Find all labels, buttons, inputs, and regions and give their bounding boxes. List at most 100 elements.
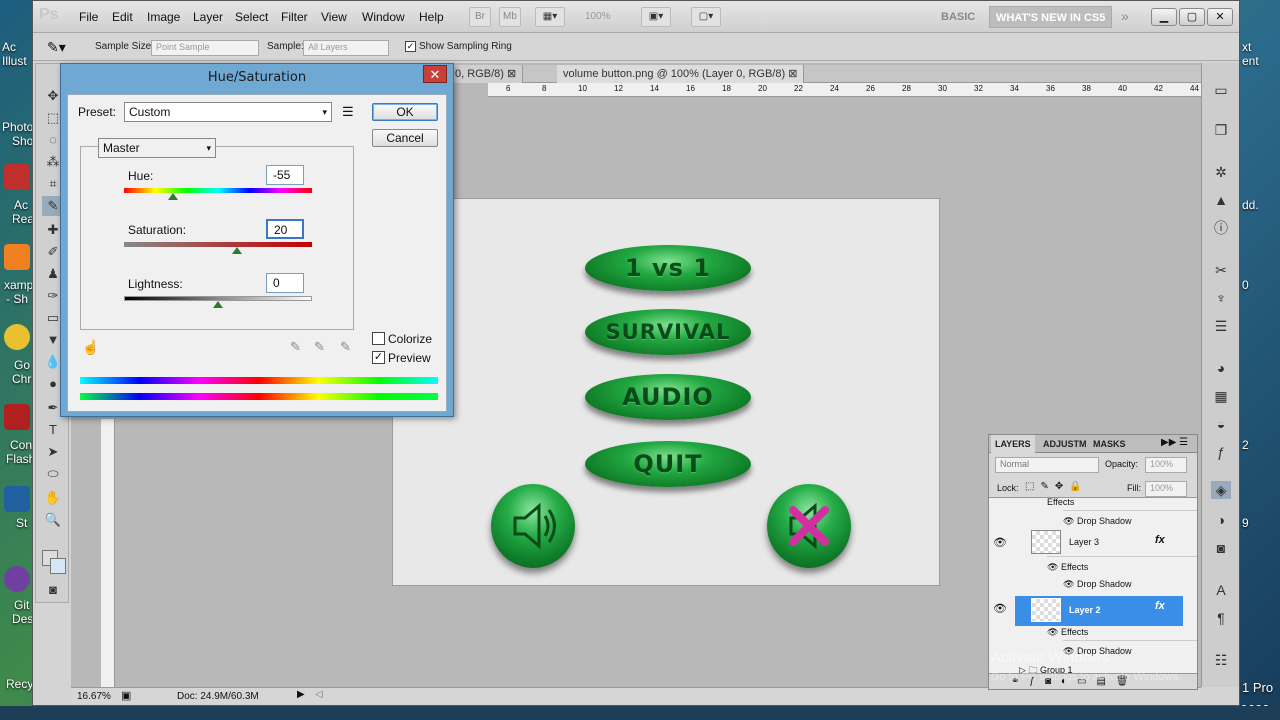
channels-panel-icon[interactable]: ◑ <box>1211 511 1231 529</box>
close-icon[interactable]: ✕ <box>1207 8 1233 26</box>
fill-input[interactable]: 100% <box>1145 481 1187 497</box>
styles-panel-icon[interactable]: ◒ <box>1211 415 1231 433</box>
eyedropper-icon[interactable]: ✎ <box>290 339 301 355</box>
adjustments-panel-icon[interactable]: ƒ <box>1211 443 1231 461</box>
hue-input[interactable]: -55 <box>266 165 304 185</box>
tool-presets-icon[interactable]: ✂ <box>1211 261 1231 279</box>
targeted-adjust-hand-icon[interactable]: ☝ <box>82 339 99 356</box>
fx-icon[interactable]: fx <box>1155 534 1165 546</box>
character-panel-icon[interactable]: A <box>1211 581 1231 599</box>
opacity-input[interactable]: 100% <box>1145 457 1187 473</box>
paragraph-panel-icon[interactable]: ¶ <box>1211 609 1231 627</box>
desktop-label-sh[interactable]: - Sh <box>6 292 28 306</box>
lock-icons[interactable]: ⬚✎✥🔒 <box>1025 481 1088 492</box>
hue-slider-track[interactable] <box>124 188 312 193</box>
tab-close-icon[interactable]: ⊠ <box>507 68 516 80</box>
path-select-icon[interactable]: ➤ <box>42 442 64 462</box>
workspace-whats-new[interactable]: WHAT'S NEW IN CS5 <box>989 6 1113 28</box>
brush-panel-icon[interactable]: ♆ <box>1211 289 1231 307</box>
effect-eye-icon[interactable]: 👁 <box>1047 627 1058 637</box>
sample-size-select[interactable]: Point Sample <box>151 40 259 56</box>
lightness-slider-thumb[interactable] <box>213 301 223 308</box>
drop-shadow-row[interactable]: 👁 Drop Shadow <box>1063 510 1197 530</box>
type-tool-icon[interactable]: T <box>42 420 64 440</box>
hand-tool-icon[interactable]: ✋ <box>42 488 64 508</box>
preset-select[interactable]: Custom ▾ <box>124 102 332 122</box>
github-icon[interactable] <box>4 566 30 592</box>
chrome-icon[interactable] <box>4 324 30 350</box>
actions-panel-icon[interactable]: ☷ <box>1211 651 1231 669</box>
visibility-eye-icon[interactable]: 👁 <box>993 602 1007 616</box>
sample-select[interactable]: All Layers <box>303 40 389 56</box>
navigator-panel-icon[interactable]: ✲ <box>1211 163 1231 181</box>
history-panel-icon[interactable]: ❐ <box>1211 121 1231 139</box>
preset-options-icon[interactable]: ☰ <box>342 104 354 120</box>
dialog-close-icon[interactable]: ✕ <box>423 65 447 83</box>
layer3-drop-shadow-row[interactable]: 👁 Drop Shadow <box>1063 574 1197 594</box>
eyedropper-plus-icon[interactable]: ✎ <box>314 339 325 355</box>
clone-source-icon[interactable]: ☰ <box>1211 317 1231 335</box>
paths-panel-icon[interactable]: ◙ <box>1211 539 1231 557</box>
status-icon[interactable]: ▣ <box>121 689 131 702</box>
panel-menu-icon[interactable]: ☰ <box>1179 437 1188 448</box>
panel-expand-icon[interactable]: ▶▶ <box>1161 437 1176 448</box>
saturation-slider-track[interactable] <box>124 242 312 247</box>
quick-mask-icon[interactable]: ◙ <box>42 580 64 600</box>
desktop-label-photo[interactable]: Photo <box>2 120 33 134</box>
menu-file[interactable]: File <box>79 10 98 24</box>
desktop-label-rea[interactable]: Rea <box>12 212 34 226</box>
tab-masks[interactable]: MASKS <box>1089 435 1130 453</box>
canvas[interactable]: 1 vs 1 SURVIVAL AUDIO QUIT <box>392 198 940 586</box>
histogram-panel-icon[interactable]: ▲ <box>1211 191 1231 209</box>
desktop-label-ac2[interactable]: Ac <box>14 198 28 212</box>
menu-help[interactable]: Help <box>419 10 444 24</box>
eyedropper-minus-icon[interactable]: ✎ <box>340 339 351 355</box>
color-panel-icon[interactable]: ◕ <box>1211 359 1231 377</box>
menu-view[interactable]: View <box>321 10 347 24</box>
layer3-effects-row[interactable]: 👁 Effects <box>1047 556 1197 576</box>
preview-checkbox[interactable]: ✓ <box>372 351 385 364</box>
desktop-label-des[interactable]: Des <box>12 612 33 626</box>
desktop-label-flash[interactable]: Flash <box>6 452 35 466</box>
steam-icon[interactable] <box>4 486 30 512</box>
screen-mode-icon[interactable]: ▢▾ <box>691 7 721 27</box>
maximize-icon[interactable]: ▢ <box>1179 8 1205 26</box>
ok-button[interactable]: OK <box>372 103 438 121</box>
panel-collapse-icon[interactable]: ▭ <box>1211 81 1231 99</box>
menu-image[interactable]: Image <box>147 10 180 24</box>
channel-select[interactable]: Master ▾ <box>98 138 216 158</box>
background-color-swatch[interactable] <box>50 558 66 574</box>
colorize-checkbox[interactable] <box>372 332 385 345</box>
desktop-label-git[interactable]: Git <box>14 598 29 612</box>
blend-mode-select[interactable]: Normal <box>995 457 1099 473</box>
lightness-input[interactable]: 0 <box>266 273 304 293</box>
desktop-label-xamp[interactable]: xamp <box>4 278 33 292</box>
menu-edit[interactable]: Edit <box>112 10 133 24</box>
desktop-label-recy[interactable]: Recy <box>6 677 33 691</box>
effect-eye-icon[interactable]: 👁 <box>1063 516 1074 526</box>
xampp-icon[interactable] <box>4 244 30 270</box>
menu-window[interactable]: Window <box>362 10 405 24</box>
flash-icon[interactable] <box>4 404 30 430</box>
menu-select[interactable]: Select <box>235 10 268 24</box>
visibility-eye-icon[interactable]: 👁 <box>993 536 1007 550</box>
more-workspaces-icon[interactable]: » <box>1121 8 1129 24</box>
minimize-icon[interactable]: ▁ <box>1151 8 1177 26</box>
zoom-tool-icon[interactable]: 🔍 <box>42 510 64 530</box>
menu-layer[interactable]: Layer <box>193 10 223 24</box>
eyedropper-tool-icon[interactable]: ✎▾ <box>47 39 66 56</box>
tab-layers[interactable]: LAYERS <box>991 435 1035 453</box>
tab-volume-button[interactable]: volume button.png @ 100% (Layer 0, RGB/8… <box>557 65 805 83</box>
fx-icon[interactable]: fx <box>1155 600 1165 612</box>
layers-panel-icon[interactable]: ◈ <box>1211 481 1231 499</box>
arrange-icon[interactable]: ▣▾ <box>641 7 671 27</box>
desktop-label-sho[interactable]: Sho <box>12 134 33 148</box>
desktop-label-st[interactable]: St <box>16 516 27 530</box>
saturation-slider-thumb[interactable] <box>231 247 242 254</box>
layer2-name[interactable]: Layer 2 <box>1069 600 1149 620</box>
app-icon[interactable] <box>4 164 30 190</box>
saturation-input[interactable]: 20 <box>266 219 304 239</box>
mini-bridge-icon[interactable]: Mb <box>499 7 521 27</box>
info-panel-icon[interactable]: ⓘ <box>1211 219 1231 237</box>
hue-slider-thumb[interactable] <box>167 193 178 200</box>
